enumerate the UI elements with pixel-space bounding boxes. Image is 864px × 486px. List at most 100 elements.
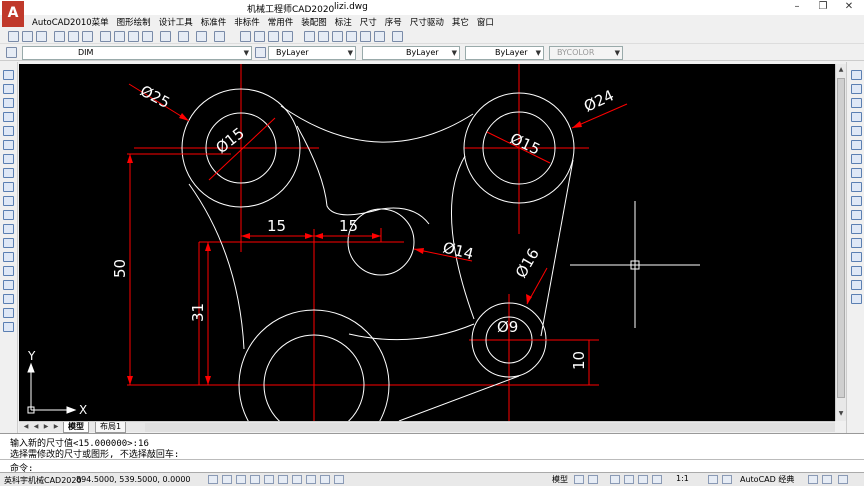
dim-text-d15-left[interactable]: Ø15 [212, 124, 247, 157]
publish-icon[interactable] [82, 31, 93, 42]
hatch-icon[interactable] [3, 266, 14, 276]
scale-icon[interactable] [851, 168, 862, 178]
clean-screen-icon[interactable] [838, 475, 848, 484]
insert-block-icon[interactable] [3, 224, 14, 234]
copy-icon[interactable] [114, 31, 125, 42]
annotation-scale[interactable]: 1:1 [676, 474, 689, 483]
dim-text-50[interactable]: 50 [111, 259, 129, 278]
fillet-icon[interactable] [851, 280, 862, 290]
paste-icon[interactable] [128, 31, 139, 42]
rotate-icon[interactable] [851, 154, 862, 164]
menu-other[interactable]: 其它 [448, 15, 473, 28]
menu-draw[interactable]: 图形绘制 [113, 15, 155, 28]
tab-layout1[interactable]: 布局1 [95, 422, 127, 433]
tool-palettes-icon[interactable] [332, 31, 343, 42]
make-block-icon[interactable] [3, 238, 14, 248]
zoom-previous-icon[interactable] [282, 31, 293, 42]
menu-dimension-driven[interactable]: 尺寸驱动 [406, 15, 448, 28]
scroll-down-icon[interactable]: ▼ [836, 409, 846, 419]
ortho-mode-icon[interactable] [236, 475, 246, 484]
dim-text-d16[interactable]: Ø16 [512, 245, 543, 281]
zoom-window-icon[interactable] [268, 31, 279, 42]
arc-icon[interactable] [3, 140, 14, 150]
block-editor-icon[interactable] [160, 31, 171, 42]
construction-line-icon[interactable] [3, 84, 14, 94]
status-tray-settings-icon[interactable] [822, 475, 832, 484]
ellipse-arc-icon[interactable] [3, 210, 14, 220]
linetype-combo[interactable]: ByLayer ▼ [362, 46, 460, 60]
tab-first-icon[interactable]: ◀ [21, 422, 31, 432]
dim-text-15-right[interactable]: 15 [339, 217, 358, 235]
object-snap-tracking-icon[interactable] [278, 475, 288, 484]
quick-properties-icon[interactable] [334, 475, 344, 484]
make-current-layer-icon[interactable] [255, 47, 266, 58]
copy-object-icon[interactable] [851, 84, 862, 94]
dim-text-31[interactable]: 31 [189, 303, 207, 322]
scroll-up-icon[interactable]: ▲ [836, 65, 846, 75]
menu-autocad2010[interactable]: AutoCAD2010菜单 [28, 15, 113, 28]
grid-display-icon[interactable] [222, 475, 232, 484]
dynamic-input-icon[interactable] [306, 475, 316, 484]
circle-icon[interactable] [3, 154, 14, 164]
multiline-text-icon[interactable] [3, 322, 14, 332]
dim-text-15-left[interactable]: 15 [267, 217, 286, 235]
plotstyle-combo[interactable]: BYCOLOR ▼ [549, 46, 623, 60]
menu-common-parts[interactable]: 常用件 [264, 15, 298, 28]
menu-sequence-number[interactable]: 序号 [381, 15, 406, 28]
vertical-scrollbar[interactable]: ▲ ▼ [835, 64, 846, 421]
extend-icon[interactable] [851, 210, 862, 220]
stretch-icon[interactable] [851, 182, 862, 192]
tab-prev-icon[interactable]: ◀ [31, 422, 41, 432]
break-at-point-icon[interactable] [851, 224, 862, 234]
rectangle-icon[interactable] [3, 126, 14, 136]
cut-icon[interactable] [100, 31, 111, 42]
workspace-switch[interactable]: AutoCAD 经典 [740, 474, 794, 485]
gradient-icon[interactable] [3, 280, 14, 290]
restore-icon[interactable]: ❐ [810, 0, 836, 15]
minimize-icon[interactable]: – [784, 0, 810, 15]
open-file-icon[interactable] [22, 31, 33, 42]
steering-wheel-icon[interactable] [638, 475, 648, 484]
layer-manager-icon[interactable] [6, 47, 17, 58]
match-properties-icon[interactable] [142, 31, 153, 42]
tab-next-icon[interactable]: ▶ [41, 422, 51, 432]
toolbar-lock-icon[interactable] [808, 475, 818, 484]
design-center-icon[interactable] [318, 31, 329, 42]
lineweight-icon[interactable] [320, 475, 330, 484]
array-icon[interactable] [851, 126, 862, 136]
new-file-icon[interactable] [8, 31, 19, 42]
undo-dropdown-icon[interactable] [196, 31, 207, 42]
vertical-scroll-thumb[interactable] [837, 78, 845, 398]
menu-dimension[interactable]: 尺寸 [356, 15, 381, 28]
quick-view-layouts-icon[interactable] [588, 475, 598, 484]
drawing-canvas[interactable]: Ø25 Ø24 Ø15 Ø15 Ø14 Ø16 Ø9 15 15 50 31 1… [19, 64, 835, 461]
revision-cloud-icon[interactable] [3, 168, 14, 178]
help-icon[interactable] [392, 31, 403, 42]
pan-status-icon[interactable] [610, 475, 620, 484]
trim-icon[interactable] [851, 196, 862, 206]
print-preview-icon[interactable] [68, 31, 79, 42]
dim-text-d14[interactable]: Ø14 [441, 238, 475, 263]
snap-mode-icon[interactable] [208, 475, 218, 484]
region-icon[interactable] [3, 294, 14, 304]
erase-icon[interactable] [851, 70, 862, 80]
zoom-status-icon[interactable] [624, 475, 634, 484]
command-input-row[interactable]: 命令: [0, 459, 864, 474]
layer-combo[interactable]: DIM ▼ [22, 46, 252, 60]
annotation-visibility-icon[interactable] [708, 475, 718, 484]
polygon-icon[interactable] [3, 112, 14, 122]
menu-annotation[interactable]: 标注 [331, 15, 356, 28]
print-icon[interactable] [54, 31, 65, 42]
zoom-realtime-icon[interactable] [254, 31, 265, 42]
line-icon[interactable] [3, 70, 14, 80]
menu-standard-parts[interactable]: 标准件 [197, 15, 231, 28]
dim-text-d15-right[interactable]: Ø15 [507, 129, 543, 158]
dim-text-10[interactable]: 10 [570, 351, 588, 370]
redo-icon[interactable] [214, 31, 225, 42]
model-space-button[interactable]: 模型 [552, 474, 568, 485]
mirror-icon[interactable] [851, 98, 862, 108]
undo-icon[interactable] [178, 31, 189, 42]
tab-model[interactable]: 模型 [63, 422, 89, 433]
markup-icon[interactable] [360, 31, 371, 42]
sheet-set-icon[interactable] [346, 31, 357, 42]
